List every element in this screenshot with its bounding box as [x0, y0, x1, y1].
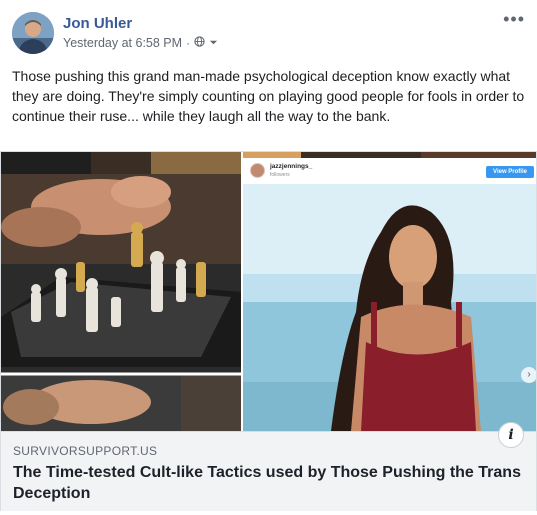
- link-preview-card[interactable]: jazzjennings_ followers View Profile › S…: [0, 151, 537, 511]
- instagram-embed-header: jazzjennings_ followers View Profile: [242, 158, 536, 184]
- meta-separator: ·: [186, 36, 191, 50]
- avatar-photo: [12, 12, 54, 54]
- post-meta: Yesterday at 6:58 PM ·: [63, 36, 218, 50]
- carousel-next-icon: ›: [521, 367, 536, 383]
- instagram-avatar: [250, 163, 265, 178]
- instagram-subtext: followers: [270, 172, 290, 178]
- post-header: Jon Uhler Yesterday at 6:58 PM · •••: [12, 10, 525, 56]
- link-preview-caption[interactable]: SURVIVORSUPPORT.US The Time-tested Cult-…: [1, 431, 536, 511]
- collage-image: [1, 152, 536, 431]
- globe-icon: [194, 36, 205, 50]
- view-profile-button: View Profile: [486, 166, 534, 178]
- link-title[interactable]: The Time-tested Cult-like Tactics used b…: [13, 462, 523, 504]
- more-options-icon[interactable]: •••: [503, 10, 525, 28]
- post-author[interactable]: Jon Uhler: [63, 15, 132, 32]
- post-body: Those pushing this grand man-made psycho…: [12, 68, 525, 124]
- avatar[interactable]: [12, 12, 54, 54]
- facebook-post: Jon Uhler Yesterday at 6:58 PM · ••• Tho…: [0, 0, 537, 515]
- instagram-username: jazzjennings_: [270, 163, 313, 170]
- link-domain: SURVIVORSUPPORT.US: [13, 444, 158, 458]
- post-timestamp[interactable]: Yesterday at 6:58 PM: [63, 36, 182, 50]
- caret-down-icon[interactable]: [209, 36, 218, 50]
- info-icon[interactable]: i: [498, 422, 524, 448]
- link-preview-image[interactable]: jazzjennings_ followers View Profile ›: [1, 152, 536, 431]
